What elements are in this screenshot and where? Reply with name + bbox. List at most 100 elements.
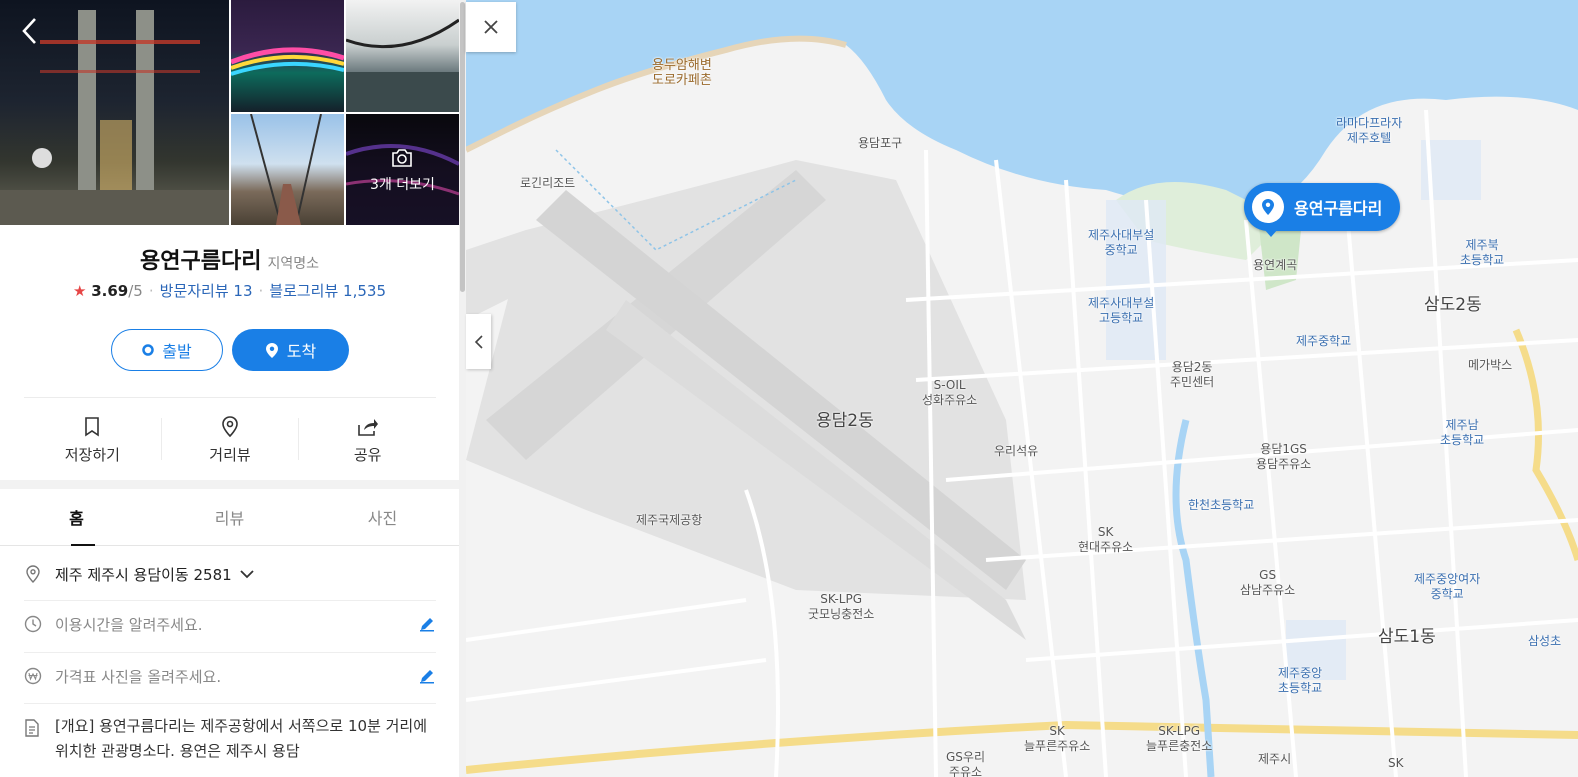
- map-label-yongdampo[interactable]: 용담포구: [858, 136, 902, 151]
- place-panel: 3개 더보기 용연구름다리 지역명소 ★ 3.69/5 · 방문자리뷰 13 · 블로그리…: [0, 0, 459, 777]
- map-label-hancheon[interactable]: 한천초등학교: [1188, 498, 1254, 513]
- tab-reviews[interactable]: 리뷰: [153, 489, 306, 545]
- streetview-button[interactable]: 거리뷰: [162, 398, 299, 480]
- photo-2[interactable]: [231, 0, 344, 112]
- place-category: 지역명소: [267, 256, 319, 272]
- more-photos-label: 3개 더보기: [370, 177, 435, 193]
- map-label-soil[interactable]: S-OIL 성화주유소: [922, 378, 977, 408]
- map-label-samdo1[interactable]: 삼도1동: [1378, 629, 1436, 646]
- blog-reviews-link[interactable]: 블로그리뷰 1,535: [269, 282, 386, 300]
- document-icon: [24, 714, 42, 764]
- map-label-uri-oil[interactable]: 우리석유: [994, 444, 1038, 459]
- map-label-yongdam-gs[interactable]: 용담1GS 용담주유소: [1256, 442, 1311, 472]
- collapse-panel-button[interactable]: [466, 314, 491, 369]
- label-text: 용두암해변 도로카페촌: [652, 58, 712, 88]
- photo-4[interactable]: [231, 114, 344, 225]
- location-pin-icon: [265, 342, 279, 359]
- map-label-jejunam[interactable]: 제주남 초등학교: [1440, 418, 1484, 448]
- chevron-left-icon: [474, 334, 483, 349]
- action-bar: 저장하기 거리뷰 공유: [24, 398, 436, 480]
- map-label-yongduam[interactable]: 용두암해변 도로카페촌: [652, 58, 712, 88]
- tab-photos[interactable]: 사진: [306, 489, 459, 545]
- description-row: [개요] 용연구름다리는 제주공항에서 서쪽으로 10분 거리에 위치한 관광명…: [24, 714, 436, 764]
- divider: [24, 652, 436, 653]
- address-row[interactable]: 제주 제주시 용담이동 2581: [24, 561, 436, 587]
- map-label-yongyeon-gyegok[interactable]: 용연계곡: [1253, 258, 1297, 273]
- map-label-jejubuk[interactable]: 제주북 초등학교: [1460, 238, 1504, 268]
- place-title: 용연구름다리 지역명소: [0, 243, 459, 275]
- rating-max: /5: [128, 282, 143, 300]
- map-label-sklpg-neulpureun[interactable]: SK-LPG 늘푸른충전소: [1146, 724, 1212, 754]
- departure-label: 출발: [162, 342, 192, 361]
- rating-row: ★ 3.69/5 · 방문자리뷰 13 · 블로그리뷰 1,535: [0, 280, 459, 301]
- share-icon: [357, 414, 379, 440]
- save-label: 저장하기: [64, 445, 120, 464]
- map-label-jejusi[interactable]: 제주시: [1258, 752, 1291, 767]
- origin-dot-icon: [142, 344, 155, 356]
- map-label-yongdam2-center[interactable]: 용담2동 주민센터: [1170, 360, 1214, 390]
- place-marker[interactable]: 용연구름다리: [1244, 183, 1401, 231]
- map-label-jeju-middle[interactable]: 제주중학교: [1296, 334, 1351, 349]
- place-name: 용연구름다리: [140, 249, 262, 274]
- scrollbar-thumb[interactable]: [460, 2, 465, 292]
- map-label-jejusadae-mid[interactable]: 제주사대부설 중학교: [1088, 228, 1154, 258]
- map-label-megabox[interactable]: 메가박스: [1468, 358, 1512, 373]
- divider: [24, 703, 436, 704]
- star-icon: ★: [73, 282, 87, 300]
- back-button[interactable]: [18, 16, 44, 46]
- tab-home[interactable]: 홈: [0, 489, 153, 546]
- tab-bar: 홈 리뷰 사진: [0, 489, 459, 546]
- map-label-logini[interactable]: 로긴리조트: [520, 176, 575, 191]
- map-label-samdo2[interactable]: 삼도2동: [1424, 297, 1482, 314]
- map-label-sk[interactable]: SK: [1388, 756, 1404, 771]
- arrival-label: 도착: [286, 342, 317, 361]
- save-button[interactable]: 저장하기: [24, 398, 161, 480]
- chevron-left-icon: [22, 18, 36, 44]
- clock-icon: [24, 615, 42, 633]
- more-photos-button[interactable]: 3개 더보기: [346, 114, 459, 225]
- price-prompt: 가격표 사진을 올려주세요.: [55, 667, 222, 686]
- map-label-gs-samnam[interactable]: GS 삼남주유소: [1240, 568, 1295, 598]
- map-label-samsung[interactable]: 삼성초: [1528, 634, 1561, 649]
- departure-button[interactable]: 출발: [111, 329, 223, 371]
- map-label-airport[interactable]: 제주국제공항: [636, 513, 702, 528]
- description-text: [개요] 용연구름다리는 제주공항에서 서쪽으로 10분 거리에 위치한 관광명…: [55, 717, 428, 760]
- map-label-sk-hyundai[interactable]: SK 현대주유소: [1078, 525, 1133, 555]
- won-icon: [24, 667, 42, 685]
- chevron-down-icon[interactable]: [240, 569, 254, 579]
- photo-3[interactable]: [346, 0, 459, 112]
- map-label-sk-neulpureun[interactable]: SK 늘푸른주유소: [1024, 724, 1090, 754]
- map-label-jeju-girls[interactable]: 제주중앙여자 중학교: [1414, 572, 1480, 602]
- edit-price-button[interactable]: [418, 667, 436, 685]
- close-icon: [484, 20, 498, 34]
- location-pin-icon: [1252, 191, 1284, 223]
- map-view[interactable]: 용두암해변 도로카페촌 용담포구 로긴리조트 라마다프라자 제주호텔 제주사대부…: [466, 0, 1578, 777]
- close-button[interactable]: [466, 2, 516, 52]
- price-row: 가격표 사진을 올려주세요.: [24, 663, 436, 689]
- pencil-icon: [420, 618, 434, 632]
- share-button[interactable]: 공유: [299, 398, 436, 480]
- streetview-label: 거리뷰: [209, 445, 251, 464]
- arrival-button[interactable]: 도착: [232, 329, 349, 371]
- hours-prompt: 이용시간을 알려주세요.: [55, 615, 203, 634]
- edit-hours-button[interactable]: [418, 615, 436, 633]
- photo-gallery: 3개 더보기: [0, 0, 459, 225]
- map-label-jejusadae-high[interactable]: 제주사대부설 고등학교: [1088, 296, 1154, 326]
- pencil-icon: [420, 670, 434, 684]
- camera-icon: [390, 148, 414, 172]
- marker-label: 용연구름다리: [1294, 199, 1383, 218]
- map-label-gs-uri[interactable]: GS우리 주유소: [946, 750, 985, 777]
- divider: [24, 600, 436, 601]
- marker-tail: [1264, 229, 1278, 237]
- map-label-ramada[interactable]: 라마다프라자 제주호텔: [1336, 116, 1402, 146]
- visitor-reviews-link[interactable]: 방문자리뷰 13: [160, 282, 253, 300]
- bridge-walkway-illustration: [250, 114, 322, 225]
- rainbow-bridge-illustration: [231, 47, 344, 76]
- map-label-sklpg-gutmorning[interactable]: SK-LPG 굿모닝충전소: [808, 592, 874, 622]
- suspension-bridge-illustration: [346, 18, 459, 112]
- map-canvas: [466, 0, 1578, 777]
- map-label-yongdam2[interactable]: 용담2동: [816, 413, 874, 430]
- rating-value: 3.69: [91, 282, 129, 300]
- bookmark-icon: [84, 414, 100, 440]
- map-label-jeju-central[interactable]: 제주중앙 초등학교: [1278, 666, 1322, 696]
